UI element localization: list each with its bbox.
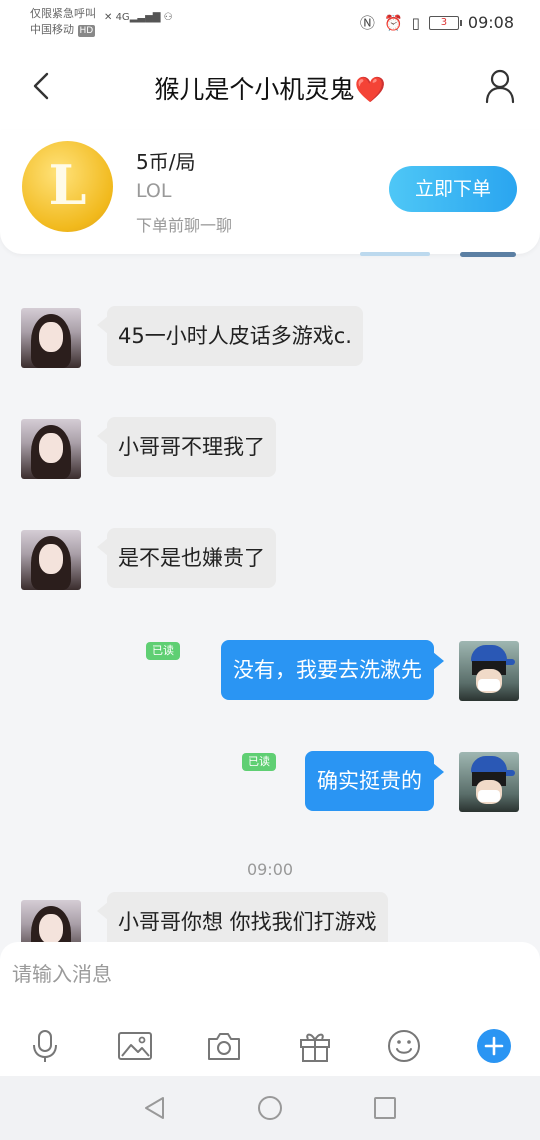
system-nav-bar (0, 1076, 540, 1140)
message-timestamp: 09:00 (246, 860, 294, 879)
alarm-icon: ⏰ (383, 13, 403, 32)
contact-avatar[interactable] (21, 308, 81, 368)
message-bubble-outgoing[interactable]: 确实挺贵的 (305, 751, 444, 811)
message-bubble-outgoing[interactable]: 没有，我要去洗漱先 (221, 640, 444, 700)
heart-emoji: ❤️ (354, 75, 386, 104)
hd-badge: HD (77, 25, 96, 37)
network-type: 4G (115, 12, 130, 23)
emoji-icon[interactable] (386, 1028, 422, 1064)
image-icon[interactable] (117, 1028, 153, 1064)
scroll-peek (360, 252, 430, 256)
message-bubble-incoming[interactable]: 小哥哥不理我了 (97, 417, 276, 477)
message-bubble-incoming[interactable]: 是不是也嫌贵了 (97, 528, 276, 588)
page-title: 猴儿是个小机灵鬼❤️ (0, 70, 540, 106)
scroll-peek (460, 252, 516, 257)
plus-icon[interactable] (476, 1028, 512, 1064)
camera-icon[interactable] (206, 1028, 242, 1064)
carrier-name: 中国移动 (30, 23, 74, 36)
signal-icon: ✕ 4G▂▃▅▇ ⚇ (104, 12, 173, 23)
price-label: 5币/局 (136, 150, 196, 174)
nav-back-icon[interactable] (141, 1094, 169, 1122)
my-avatar[interactable] (459, 641, 519, 701)
lol-logo-icon: L (22, 141, 113, 232)
emergency-call-text: 仅限紧急呼叫 (30, 7, 96, 20)
my-avatar[interactable] (459, 752, 519, 812)
read-status-badge: 已读 (146, 642, 180, 660)
carrier-info: 仅限紧急呼叫 中国移动 HD (30, 6, 96, 38)
message-input[interactable] (12, 958, 512, 990)
clock: 09:08 (467, 13, 514, 32)
contact-avatar[interactable] (21, 530, 81, 590)
contact-avatar[interactable] (21, 419, 81, 479)
microphone-icon[interactable] (27, 1028, 63, 1064)
game-name: LOL (136, 180, 172, 202)
battery-icon: 3 (428, 15, 462, 30)
order-now-button[interactable]: 立即下单 (389, 166, 517, 212)
order-tip: 下单前聊一聊 (136, 216, 233, 235)
profile-icon[interactable] (484, 68, 516, 104)
read-status-badge: 已读 (242, 753, 276, 771)
nav-home-icon[interactable] (256, 1094, 284, 1122)
gift-icon[interactable] (297, 1028, 333, 1064)
vibrate-icon: ▯ (411, 13, 420, 32)
nav-recents-icon[interactable] (371, 1094, 399, 1122)
contact-name: 猴儿是个小机灵鬼 (154, 75, 355, 104)
nfc-icon: Ⓝ (359, 14, 375, 32)
status-bar: 仅限紧急呼叫 中国移动 HD ✕ 4G▂▃▅▇ ⚇ Ⓝ ⏰ ▯ 3 09:08 (0, 0, 540, 46)
logo-letter: L (48, 153, 87, 217)
composer (0, 942, 540, 1076)
battery-level: 3 (440, 16, 448, 28)
chat-header: 猴儿是个小机灵鬼❤️ (0, 46, 540, 130)
status-right: Ⓝ ⏰ ▯ 3 09:08 (360, 12, 514, 33)
order-card: L 5币/局 LOL 下单前聊一聊 立即下单 (0, 130, 540, 254)
message-bubble-incoming[interactable]: 45一小时人皮话多游戏c. (97, 306, 363, 366)
